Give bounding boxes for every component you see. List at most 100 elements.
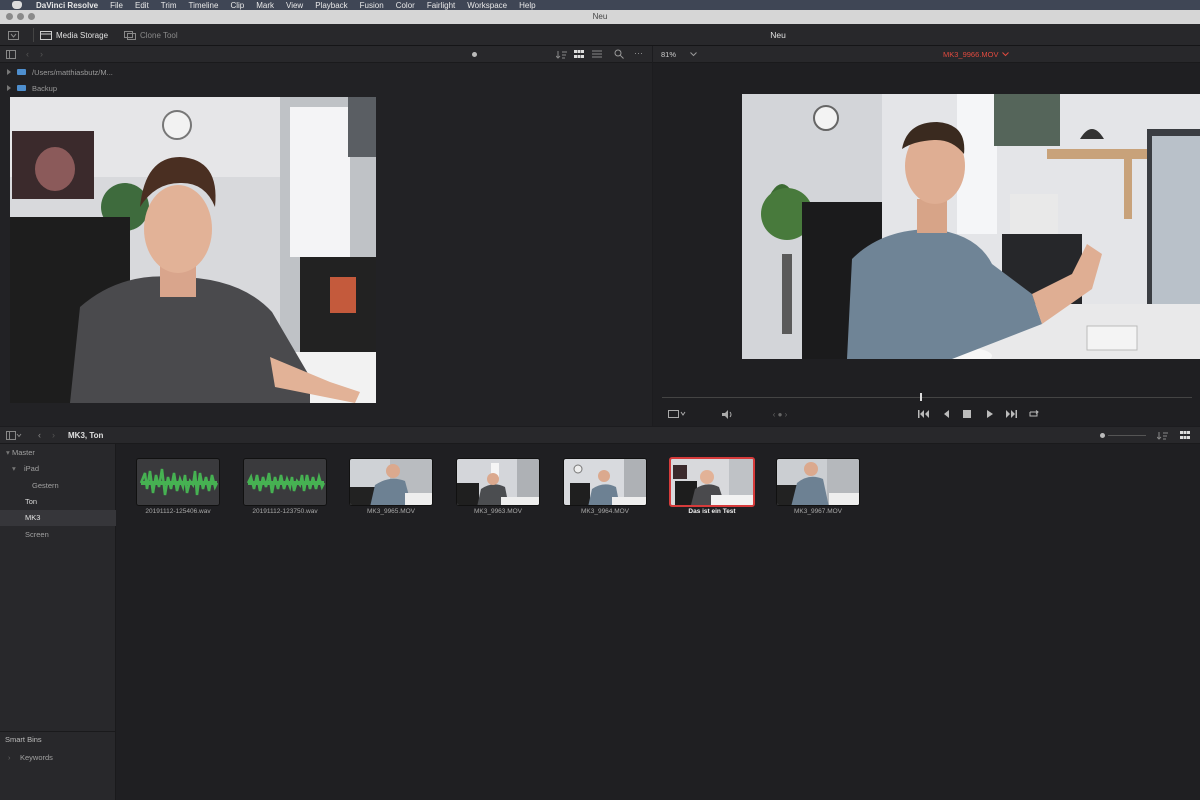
bin-master[interactable]: ▾ Master (0, 445, 116, 461)
clone-tool-button[interactable]: Clone Tool (124, 24, 178, 46)
viewer-frame[interactable] (742, 94, 1200, 359)
bin-ipad[interactable]: ▾ iPad (0, 461, 116, 477)
bin-screen[interactable]: Screen (0, 527, 116, 543)
clip-name: MK3_9967.MOV (793, 508, 843, 515)
bin-mk3[interactable]: MK3 (0, 510, 116, 526)
loop-icon[interactable] (1025, 408, 1041, 420)
clip-name-selected: Das ist ein Test (688, 508, 736, 515)
bin-ton[interactable]: Ton (0, 494, 116, 510)
forward-icon[interactable]: › (40, 49, 43, 59)
storage-location-label: Backup (32, 83, 58, 93)
grid-view-icon[interactable] (1180, 431, 1190, 442)
menu-file[interactable]: File (110, 1, 123, 10)
chevron-down-icon (1002, 52, 1010, 57)
menu-trim[interactable]: Trim (161, 1, 177, 10)
expand-caret-icon[interactable] (7, 85, 11, 91)
zoom-level: 81% (661, 50, 677, 59)
close-window-button[interactable] (6, 13, 13, 20)
sidebar-toggle-icon[interactable] (6, 50, 16, 61)
menu-playback[interactable]: Playback (315, 1, 347, 10)
playhead-marker[interactable] (920, 393, 922, 401)
window-titlebar: Neu (0, 10, 1200, 24)
clone-tool-icon (124, 30, 136, 40)
sort-icon[interactable] (555, 50, 567, 61)
stop-icon[interactable] (959, 408, 975, 420)
smart-bin-keywords[interactable]: › Keywords (0, 750, 116, 766)
apple-icon[interactable] (12, 1, 22, 9)
thumbnail-size-slider[interactable] (472, 52, 477, 57)
storage-location-label: /Users/matthiasbutz/M... (32, 67, 113, 77)
bin-gestern[interactable]: Gestern (0, 478, 116, 494)
search-icon[interactable] (614, 49, 624, 61)
clip-thumbnail-video[interactable] (456, 458, 540, 506)
audio-icon[interactable] (720, 408, 736, 420)
clip-thumbnail-video[interactable] (349, 458, 433, 506)
top-toolbar: Media Storage Clone Tool Neu (0, 24, 1200, 46)
menu-fusion[interactable]: Fusion (360, 1, 384, 10)
project-title: Neu (770, 30, 786, 40)
media-storage-label: Media Storage (56, 30, 109, 40)
clip-size-slider[interactable] (1100, 433, 1105, 438)
list-view-icon[interactable] (592, 50, 602, 61)
last-frame-icon[interactable] (1003, 408, 1019, 420)
menu-view[interactable]: View (286, 1, 303, 10)
media-storage-header: ‹ › ··· (0, 46, 652, 63)
clip-thumbnail-audio[interactable] (136, 458, 220, 506)
clip-nav-icon[interactable]: ‹ ● › (762, 408, 798, 420)
clip-name: MK3_9965.MOV (366, 508, 416, 515)
menu-workspace[interactable]: Workspace (467, 1, 507, 10)
storage-location[interactable]: /Users/matthiasbutz/M... (0, 64, 113, 80)
menu-timeline[interactable]: Timeline (189, 1, 219, 10)
zoom-dropdown[interactable]: 81% (661, 50, 697, 59)
viewer-jog-bar[interactable] (662, 397, 1192, 398)
app-name[interactable]: DaVinci Resolve (36, 1, 98, 10)
clone-tool-label: Clone Tool (140, 30, 178, 40)
grid-view-icon[interactable] (574, 50, 584, 61)
clip-thumbnail-video[interactable] (563, 458, 647, 506)
clip-name-dropdown[interactable]: MK3_9966.MOV (943, 50, 1010, 59)
back-icon[interactable]: ‹ (26, 49, 29, 59)
zoom-window-button[interactable] (28, 13, 35, 20)
minimize-window-button[interactable] (17, 13, 24, 20)
more-icon[interactable]: ··· (634, 48, 643, 58)
storage-clip-preview[interactable] (10, 97, 376, 403)
storage-location[interactable]: Backup (0, 80, 57, 96)
menu-edit[interactable]: Edit (135, 1, 149, 10)
clip-name: 20191112-125406.wav (145, 508, 211, 515)
clip-name: MK3_9964.MOV (580, 508, 630, 515)
bin-list-toggle-icon[interactable] (6, 431, 22, 442)
clip-name: 20191112-123750.wav (252, 508, 318, 515)
viewer-clip-name: MK3_9966.MOV (943, 50, 999, 59)
media-storage-icon (40, 30, 52, 40)
menu-bar: DaVinci Resolve File Edit Trim Timeline … (0, 0, 1200, 10)
play-icon[interactable] (981, 408, 997, 420)
media-pool-header: ‹ › MK3, Ton (0, 427, 1200, 444)
forward-icon[interactable]: › (52, 430, 55, 440)
clip-thumbnail-video-selected[interactable] (669, 457, 755, 507)
viewer-header: 81% MK3_9966.MOV (653, 46, 1200, 63)
back-icon[interactable]: ‹ (38, 430, 41, 440)
clip-thumbnail-audio[interactable] (243, 458, 327, 506)
clip-size-track[interactable] (1108, 435, 1146, 436)
expand-caret-icon[interactable]: › (8, 750, 20, 766)
collapse-caret-icon[interactable]: ▾ (12, 461, 24, 477)
prev-frame-icon[interactable] (938, 408, 954, 420)
chevron-down-icon (690, 52, 697, 57)
viewer-options-icon[interactable] (664, 408, 690, 420)
menu-mark[interactable]: Mark (256, 1, 274, 10)
clip-thumbnail-video[interactable] (776, 458, 860, 506)
menu-clip[interactable]: Clip (230, 1, 244, 10)
sort-icon[interactable] (1156, 431, 1168, 442)
first-frame-icon[interactable] (915, 408, 931, 420)
expand-caret-icon[interactable] (7, 69, 11, 75)
menu-fairlight[interactable]: Fairlight (427, 1, 455, 10)
drive-icon (17, 69, 26, 75)
panel-toggle-icon[interactable] (8, 24, 19, 46)
menu-color[interactable]: Color (396, 1, 415, 10)
smart-bins-title: Smart Bins (5, 735, 42, 744)
media-pool-breadcrumb: MK3, Ton (68, 431, 104, 440)
menu-help[interactable]: Help (519, 1, 535, 10)
window-title: Neu (592, 12, 608, 21)
media-storage-button[interactable]: Media Storage (40, 24, 108, 46)
clip-name: MK3_9963.MOV (473, 508, 523, 515)
